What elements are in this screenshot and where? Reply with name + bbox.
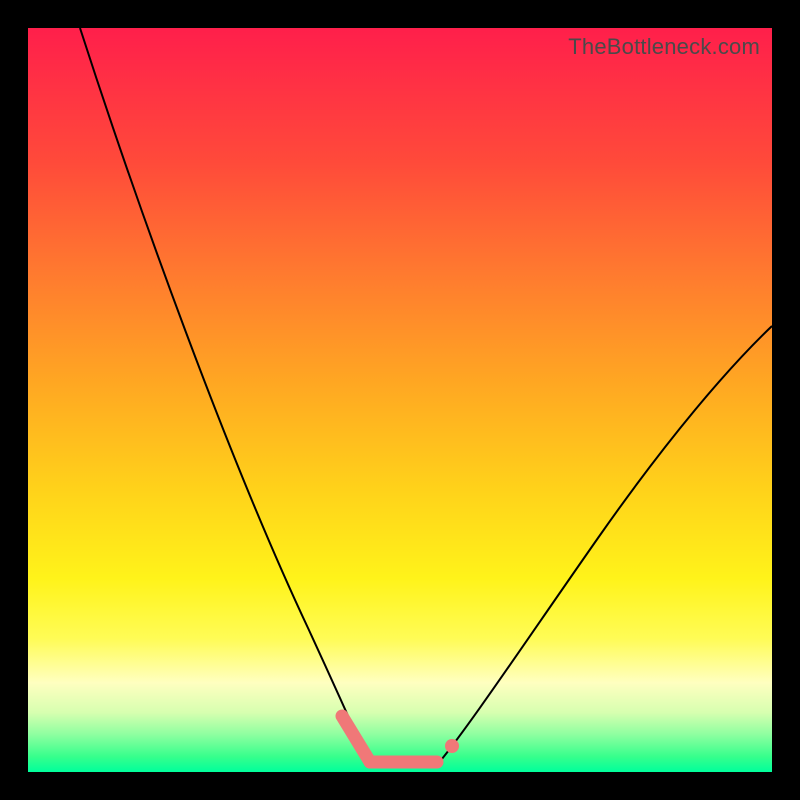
plot-area: TheBottleneck.com [28, 28, 772, 772]
marker-left-slanted [342, 716, 370, 762]
right-curve [437, 326, 772, 765]
marker-right-dot [445, 739, 459, 753]
left-curve [80, 28, 370, 765]
chart-frame: TheBottleneck.com [0, 0, 800, 800]
chart-svg [28, 28, 772, 772]
